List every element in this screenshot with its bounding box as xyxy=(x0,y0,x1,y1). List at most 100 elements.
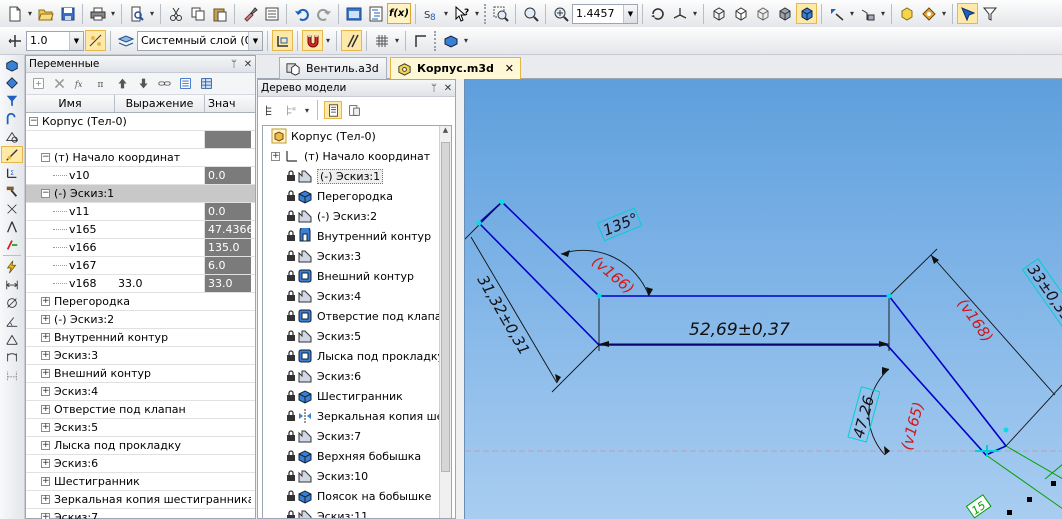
filter-tool-icon[interactable] xyxy=(1,92,23,109)
help-pointer-icon[interactable]: ? xyxy=(451,3,472,24)
grid-icon[interactable] xyxy=(371,30,392,51)
shaded-icon[interactable] xyxy=(774,3,795,24)
scroll-up-icon[interactable]: ▲ xyxy=(440,126,451,140)
wireframe-icon[interactable] xyxy=(708,3,729,24)
pin-icon[interactable]: ᛘ xyxy=(227,59,241,70)
tree-item[interactable]: Внешний контур xyxy=(263,266,451,286)
appearance-dropdown[interactable]: ▾ xyxy=(940,9,948,18)
orientation-dropdown[interactable]: ▾ xyxy=(691,9,699,18)
section-dropdown[interactable]: ▾ xyxy=(848,9,856,18)
paste-icon[interactable] xyxy=(209,3,230,24)
vertex-marker[interactable] xyxy=(476,220,482,226)
variable-name-cell[interactable]: v168 xyxy=(26,275,115,292)
tree-structure-icon[interactable] xyxy=(282,101,300,119)
variable-name-cell[interactable]: v165 xyxy=(26,221,115,238)
tree-structure-dropdown[interactable]: ▾ xyxy=(303,106,311,115)
tree-item[interactable]: Шестигранник xyxy=(263,386,451,406)
column-expression[interactable]: Выражение xyxy=(115,95,205,112)
variable-value[interactable] xyxy=(205,131,251,148)
variable-group-row[interactable]: + Эскиз:6 xyxy=(26,455,255,473)
move-up-icon[interactable] xyxy=(113,75,131,93)
dim-bottom-var[interactable]: (v165) xyxy=(897,400,927,452)
variable-group-row[interactable]: + Зеркальная копия шестигранника xyxy=(26,491,255,509)
format-brush-icon[interactable] xyxy=(239,3,260,24)
dim-middle-text[interactable]: 52,69±0,37 xyxy=(689,320,790,340)
variable-group-row[interactable]: + (-) Эскиз:2 xyxy=(26,311,255,329)
variable-expression[interactable] xyxy=(115,257,205,274)
variables-list-icon[interactable] xyxy=(176,75,194,93)
expand-icon[interactable]: + xyxy=(41,351,50,360)
view-orientation-icon[interactable] xyxy=(440,30,461,51)
expand-icon[interactable]: + xyxy=(41,441,50,450)
tree-item[interactable]: Лыска под прокладку xyxy=(263,346,451,366)
tree-props-icon[interactable] xyxy=(345,101,363,119)
variable-group-row[interactable]: − (-) Эскиз:1 xyxy=(26,185,255,203)
variable-group-row[interactable]: + Эскиз:3 xyxy=(26,347,255,365)
variable-group-row[interactable]: + Лыска под прокладку xyxy=(26,437,255,455)
tree-item[interactable]: Отверстие под клапан xyxy=(263,306,451,326)
variable-group-row[interactable]: + Шестигранник xyxy=(26,473,255,491)
parallel-icon[interactable] xyxy=(341,30,362,51)
variable-value[interactable]: 0.0 xyxy=(205,167,251,184)
variable-group-row[interactable]: + Отверстие под клапан xyxy=(26,401,255,419)
shaded-edges-icon[interactable] xyxy=(796,3,817,24)
variable-group-row[interactable]: + Эскиз:5 xyxy=(26,419,255,437)
editing-icon[interactable] xyxy=(1,56,23,73)
node-marker[interactable] xyxy=(1027,497,1032,502)
vertex-marker[interactable] xyxy=(499,199,505,205)
sketch-canvas[interactable]: 31,32±0,31 135° (v166) 52,69±0,37 33±0,3… xyxy=(465,79,1062,519)
variable-value[interactable]: 47.4366 xyxy=(205,221,251,238)
filter-dropdown[interactable]: ▾ xyxy=(879,9,887,18)
expand-icon[interactable]: + xyxy=(41,477,50,486)
close-icon[interactable]: ✕ xyxy=(241,59,255,70)
expand-icon[interactable]: + xyxy=(41,513,50,519)
tree-item[interactable]: + (т) Начало координат xyxy=(263,146,451,166)
dim-left-text[interactable]: 31,32±0,31 xyxy=(474,272,534,358)
function-icon[interactable]: fx xyxy=(71,75,89,93)
add-variable-icon[interactable] xyxy=(29,75,47,93)
model-viewport[interactable]: 31,32±0,31 135° (v166) 52,69±0,37 33±0,3… xyxy=(464,79,1062,519)
variable-value[interactable]: 33.0 xyxy=(205,275,251,292)
cut-icon[interactable] xyxy=(165,3,186,24)
chevron-down-icon[interactable]: ▼ xyxy=(69,31,83,50)
variable-name-cell[interactable]: v10 xyxy=(26,167,115,184)
expand-icon[interactable]: + xyxy=(41,369,50,378)
variable-name-cell[interactable]: v166 xyxy=(26,239,115,256)
measure-icon[interactable]: S8 xyxy=(420,3,441,24)
tree-list-icon[interactable] xyxy=(324,101,342,119)
tree-root[interactable]: Корпус (Тел-0) xyxy=(263,126,451,146)
variable-group-row[interactable]: + Эскиз:4 xyxy=(26,383,255,401)
expand-icon[interactable]: + xyxy=(41,495,50,504)
line-width-combo[interactable]: 1.0 ▼ xyxy=(26,30,84,51)
view-orientation-dropdown[interactable]: ▾ xyxy=(462,36,470,45)
hidden-lines-icon[interactable] xyxy=(730,3,751,24)
collapse-icon[interactable]: − xyxy=(41,189,50,198)
new-document-button[interactable] xyxy=(4,3,25,24)
tab-korpus[interactable]: Корпус.m3d ✕ xyxy=(390,57,521,79)
variable-group-row[interactable]: + Внешний контур xyxy=(26,365,255,383)
variable-name-cell[interactable]: v167 xyxy=(26,257,115,274)
lightning-icon[interactable] xyxy=(1,258,23,275)
variable-name-cell[interactable]: + Шестигранник xyxy=(26,473,251,490)
collapse-icon[interactable]: − xyxy=(29,117,38,126)
scroll-thumb[interactable] xyxy=(441,142,450,472)
node-marker[interactable] xyxy=(1051,481,1056,486)
help-dropdown[interactable]: ▾ xyxy=(473,9,481,18)
variable-name-cell[interactable]: + (-) Эскиз:2 xyxy=(26,311,251,328)
variable-name-cell[interactable]: + Эскиз:5 xyxy=(26,419,251,436)
delete-variable-icon[interactable] xyxy=(50,75,68,93)
collapse-icon[interactable]: − xyxy=(41,153,50,162)
variable-name-cell[interactable]: − (-) Эскиз:1 xyxy=(26,185,251,202)
dim-angle-var[interactable]: (v166) xyxy=(588,252,637,297)
measure-tool-icon[interactable]: Σ xyxy=(1,164,23,181)
tolerance-icon[interactable] xyxy=(1,366,23,383)
print-dropdown[interactable]: ▾ xyxy=(109,9,117,18)
close-icon[interactable]: ✕ xyxy=(505,62,514,75)
variable-row[interactable]: v168 33.0 33.0 xyxy=(26,275,255,293)
select-filter-icon[interactable] xyxy=(979,3,1000,24)
variable-name-cell[interactable]: + Эскиз:3 xyxy=(26,347,251,364)
compass-icon[interactable] xyxy=(1,218,23,235)
radius-icon[interactable] xyxy=(1,330,23,347)
layer-combo[interactable]: Системный слой (0) ▼ xyxy=(137,30,263,51)
expand-icon[interactable]: + xyxy=(41,423,50,432)
